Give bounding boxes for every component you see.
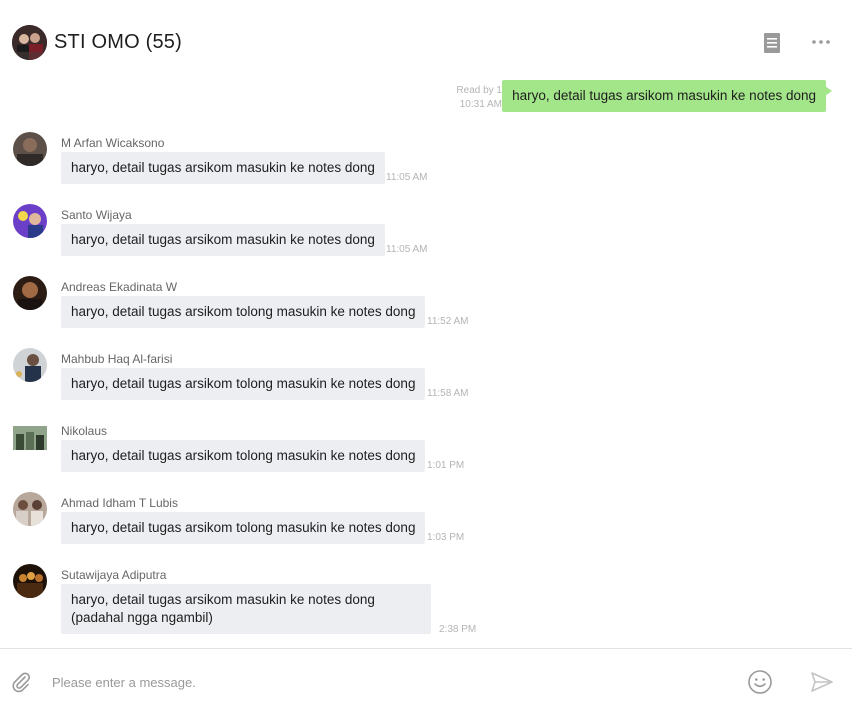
avatar[interactable] xyxy=(13,204,47,238)
message-time: 1:01 PM xyxy=(427,460,465,471)
message-time: 11:05 AM xyxy=(386,244,428,255)
own-bubble-tail xyxy=(825,86,832,96)
group-avatar[interactable] xyxy=(12,25,47,60)
avatar[interactable] xyxy=(13,276,47,310)
paperclip-icon xyxy=(12,672,30,693)
message-bubble[interactable]: haryo, detail tugas arsikom tolong masuk… xyxy=(61,512,426,544)
notes-button[interactable] xyxy=(762,32,782,54)
emoji-button[interactable] xyxy=(747,669,773,695)
smiley-icon xyxy=(748,670,772,694)
sender-name: Nikolaus xyxy=(61,424,108,438)
sender-name: Santo Wijaya xyxy=(61,208,132,222)
sender-name: Mahbub Haq Al-farisi xyxy=(61,352,173,366)
avatar[interactable] xyxy=(13,132,47,166)
message-bubble[interactable]: haryo, detail tugas arsikom masukin ke n… xyxy=(61,584,431,634)
avatar[interactable] xyxy=(13,564,47,598)
message-bubble[interactable]: haryo, detail tugas arsikom masukin ke n… xyxy=(61,224,385,256)
message-bubble[interactable]: haryo, detail tugas arsikom masukin ke n… xyxy=(61,152,385,184)
message-bubble[interactable]: haryo, detail tugas arsikom tolong masuk… xyxy=(61,440,426,472)
read-receipt: Read by 1 xyxy=(456,85,502,96)
sender-name: Ahmad Idham T Lubis xyxy=(61,496,178,510)
message-input-bar xyxy=(0,648,852,713)
more-options-button[interactable] xyxy=(810,34,834,50)
avatar[interactable] xyxy=(13,492,47,526)
message-time: 11:52 AM xyxy=(427,316,469,327)
sender-name: Sutawijaya Adiputra xyxy=(61,568,167,582)
chat-header: STI OMO (55) xyxy=(0,0,852,80)
send-button[interactable] xyxy=(810,671,834,693)
chat-title: STI OMO (55) xyxy=(54,31,182,53)
notes-icon xyxy=(764,33,780,53)
sender-name: M Arfan Wicaksono xyxy=(61,136,165,150)
chat-messages[interactable]: Read by 1 10:31 AM haryo, detail tugas a… xyxy=(0,80,852,648)
message-bubble[interactable]: haryo, detail tugas arsikom tolong masuk… xyxy=(61,368,426,400)
attach-button[interactable] xyxy=(10,671,32,693)
sender-name: Andreas Ekadinata W xyxy=(61,280,178,294)
more-icon xyxy=(812,40,830,44)
avatar[interactable] xyxy=(13,426,47,450)
send-icon xyxy=(811,672,833,692)
message-time: 10:31 AM xyxy=(459,99,502,110)
message-time: 11:58 AM xyxy=(427,388,469,399)
message-input[interactable] xyxy=(50,669,714,695)
own-message-meta: Read by 1 10:31 AM xyxy=(456,84,502,112)
message-time: 2:38 PM xyxy=(439,624,477,635)
own-message-bubble[interactable]: haryo, detail tugas arsikom masukin ke n… xyxy=(502,80,826,112)
message-bubble[interactable]: haryo, detail tugas arsikom tolong masuk… xyxy=(61,296,426,328)
message-time: 11:05 AM xyxy=(386,172,428,183)
message-time: 1:03 PM xyxy=(427,532,465,543)
avatar[interactable] xyxy=(13,348,47,382)
